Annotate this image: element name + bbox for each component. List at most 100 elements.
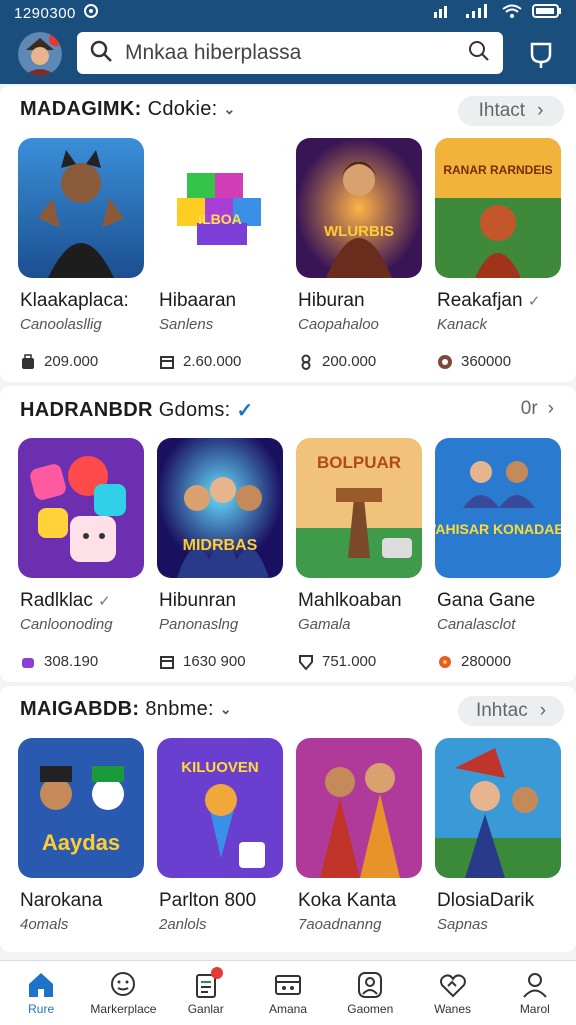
nav-item-gaomen[interactable]: Gaomen: [329, 961, 411, 1025]
app-art-text: WLURBIS: [324, 223, 394, 240]
search-bar[interactable]: Mnkaa hiberplassa: [77, 32, 503, 74]
wifi-icon: [502, 4, 522, 22]
app-category: Canalasclot: [437, 616, 516, 633]
app-card[interactable]: WAHISAR KONADAES Gana Gane Canalasclot 2…: [435, 438, 561, 670]
nav-item-ganlar[interactable]: Ganlar: [165, 961, 247, 1025]
app-card[interactable]: Klaakaplaca: Canoolasllig 209.000: [18, 138, 144, 370]
card-icon: [274, 975, 301, 995]
user-icon: [523, 973, 547, 998]
app-name: Parlton 800: [159, 890, 257, 911]
app-thumbnail[interactable]: ILBOA: [157, 138, 283, 278]
calendar-icon: [159, 354, 175, 370]
app-stat: 751.000: [322, 653, 377, 670]
app-category: 2anlols: [159, 916, 207, 933]
section-title: MADAGIMK:: [20, 98, 142, 120]
verified-icon: ✓: [236, 400, 254, 422]
verified-icon: ✓: [98, 593, 111, 610]
app-thumbnail[interactable]: MIDRBAS: [157, 438, 283, 578]
app-thumbnail[interactable]: [435, 738, 561, 878]
app-category: Kanack: [437, 316, 488, 333]
section-title: MAIGABDB:: [20, 698, 140, 720]
app-thumbnail[interactable]: Aaydas: [18, 738, 144, 878]
app-art-text: KILUOVEN: [181, 759, 259, 776]
section-3: MAIGABDB: 8nbme: ⌄ Inhtac › Aaydas Narok…: [0, 686, 576, 952]
app-card[interactable]: BOLPUAR Mahlkoaban Gamala 751.000: [296, 438, 422, 671]
app-card[interactable]: DlosiaDarik Sapnas: [435, 738, 561, 933]
nav-item-profile[interactable]: Marol: [494, 961, 576, 1025]
nav-label: Marol: [519, 1002, 550, 1016]
nav-label: Rure: [28, 1002, 55, 1016]
app-card[interactable]: Radlklac ✓ Canloonoding 308.190: [18, 438, 144, 670]
app-card[interactable]: RANAR RARNDEIS Reakafjan ✓ Kanack 360000: [435, 138, 561, 370]
gamepad-icon: [20, 654, 36, 670]
chevron-right-icon: ›: [547, 398, 554, 419]
nav-item-marketplace[interactable]: Markerplace: [82, 961, 164, 1025]
notification-icon[interactable]: [528, 40, 554, 70]
nav-item-home[interactable]: Rure: [0, 961, 82, 1025]
search-action-icon[interactable]: [467, 39, 491, 68]
verified-icon: ✓: [527, 293, 541, 310]
app-thumbnail[interactable]: WLURBIS: [296, 138, 422, 278]
shield-icon: [298, 654, 314, 671]
app-thumbnail[interactable]: [18, 138, 144, 278]
app-name: Hibunran: [159, 590, 237, 611]
flower-icon: [437, 654, 453, 670]
app-name: Reakafjan: [437, 290, 523, 311]
search-input[interactable]: Mnkaa hiberplassa: [125, 41, 467, 65]
app-thumbnail[interactable]: [18, 438, 144, 578]
app-card[interactable]: WLURBIS Hiburan Caopahaloo 200.000: [296, 138, 422, 370]
nav-item-amana[interactable]: Amana: [247, 961, 329, 1025]
chevron-down-icon[interactable]: ⌄: [220, 701, 232, 718]
app-thumbnail[interactable]: BOLPUAR: [296, 438, 422, 578]
bottom-nav: Rure Markerplace Ganlar Amana Gaomen Wan…: [0, 960, 576, 1025]
section-title: HADRANBDR: [20, 399, 153, 421]
avatar[interactable]: [18, 32, 62, 76]
status-time: 1290300: [14, 4, 76, 22]
app-thumbnail[interactable]: WAHISAR KONADAES: [435, 438, 561, 578]
app-thumbnail[interactable]: [296, 738, 422, 878]
app-card[interactable]: MIDRBAS Hibunran Panonaslng 1630 900: [157, 438, 283, 670]
chevron-right-icon: ›: [537, 100, 544, 121]
chevron-down-icon[interactable]: ⌄: [224, 101, 236, 118]
nav-label: Gaomen: [347, 1002, 394, 1016]
app-category: Panonaslng: [159, 616, 239, 633]
section-subtitle: Gdoms:: [158, 399, 231, 421]
section-action-button[interactable]: Ihtact ›: [458, 96, 564, 126]
status-bar: 1290300: [0, 0, 576, 26]
heart-handshake-icon: [439, 974, 466, 998]
app-thumbnail[interactable]: KILUOVEN: [157, 738, 283, 878]
app-category: Sapnas: [437, 916, 488, 933]
app-name: Hiburan: [298, 290, 365, 311]
nav-label: Markerplace: [90, 1002, 157, 1016]
app-thumbnail[interactable]: RANAR RARNDEIS: [435, 138, 561, 278]
nav-label: Ganlar: [187, 1002, 224, 1016]
app-card[interactable]: KILUOVEN Parlton 800 2anlols: [157, 738, 283, 933]
app-category: Sanlens: [159, 316, 214, 333]
app-name: Gana Gane: [437, 590, 536, 611]
person-frame-icon: [358, 972, 383, 998]
signal-bars-icon: [466, 4, 492, 22]
battery-icon: [532, 4, 562, 22]
app-stat: 360000: [461, 353, 512, 370]
section-action-button[interactable]: Inhtac ›: [458, 696, 564, 726]
app-card[interactable]: Aaydas Narokana 4omals: [18, 738, 144, 933]
section-action-button[interactable]: 0r ›: [521, 398, 554, 420]
app-stat: 200.000: [322, 353, 377, 370]
app-stat: 209.000: [44, 353, 99, 370]
chevron-right-icon: ›: [539, 700, 547, 721]
notification-dot-icon: [83, 4, 98, 22]
signal-icon: [434, 4, 456, 22]
disc-icon: [437, 354, 453, 370]
home-icon: [29, 973, 54, 997]
search-icon: [89, 39, 113, 68]
nav-item-wanes[interactable]: Wanes: [411, 961, 493, 1025]
app-card[interactable]: ILBOA Hibaaran Sanlens 2.60.000: [157, 138, 283, 370]
app-name: Klaakaplaca:: [20, 290, 129, 311]
app-category: Canoolasllig: [20, 316, 102, 333]
app-art-text: RANAR RARNDEIS: [443, 163, 552, 177]
app-stat: 308.190: [44, 653, 99, 670]
app-card[interactable]: Koka Kanta 7aoadnanng: [296, 738, 422, 933]
app-name: Hibaaran: [159, 290, 237, 311]
section-action-label: Inhtac: [475, 700, 528, 721]
app-name: Radlklac: [20, 590, 93, 611]
